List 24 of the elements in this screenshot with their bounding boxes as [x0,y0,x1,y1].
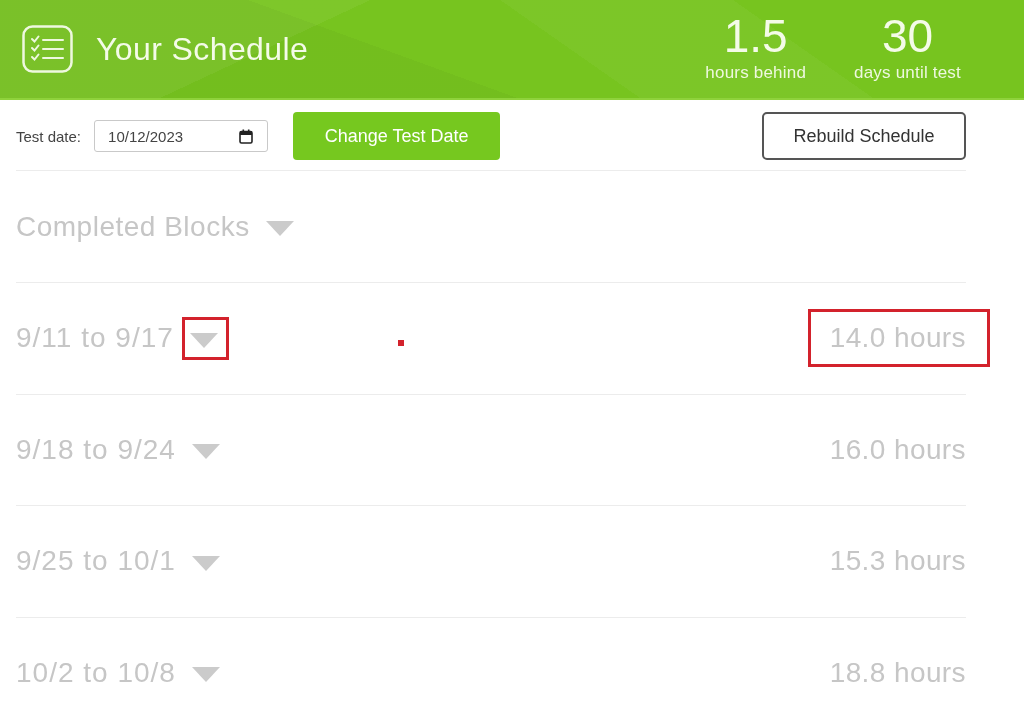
week-range: 10/2 to 10/8 [16,656,176,689]
week-hours: 16.0 hours [829,433,966,466]
date-label: Test date: [16,127,82,145]
rebuild-button[interactable]: Rebuild Schedule [762,112,966,160]
stat-value: 30 [881,12,934,60]
stat-value: 1.5 [723,12,788,60]
caret-icon[interactable] [191,444,220,460]
section-title: Completed Blocks [16,210,250,243]
calendar-icon[interactable] [239,128,254,144]
checklist-icon [22,25,73,73]
caret-icon[interactable] [191,667,220,683]
caret-icon[interactable] [189,332,218,348]
week-hours: 18.8 hours [829,656,966,689]
caret-icon[interactable] [265,221,294,236]
stat-label: hours behind [705,62,807,84]
week-hours: 15.3 hours [829,545,966,578]
week-range: 9/18 to 9/24 [16,433,176,466]
week-range: 9/25 to 10/1 [16,545,176,578]
page-title: Your Schedule [96,30,309,68]
date-field[interactable]: 10/12/2023 [94,120,269,152]
caret-icon[interactable] [191,555,220,571]
stat-label: days until test [854,62,961,84]
week-range: 9/11 to 9/17 [16,322,174,355]
week-hours: 14.0 hours [829,322,966,355]
